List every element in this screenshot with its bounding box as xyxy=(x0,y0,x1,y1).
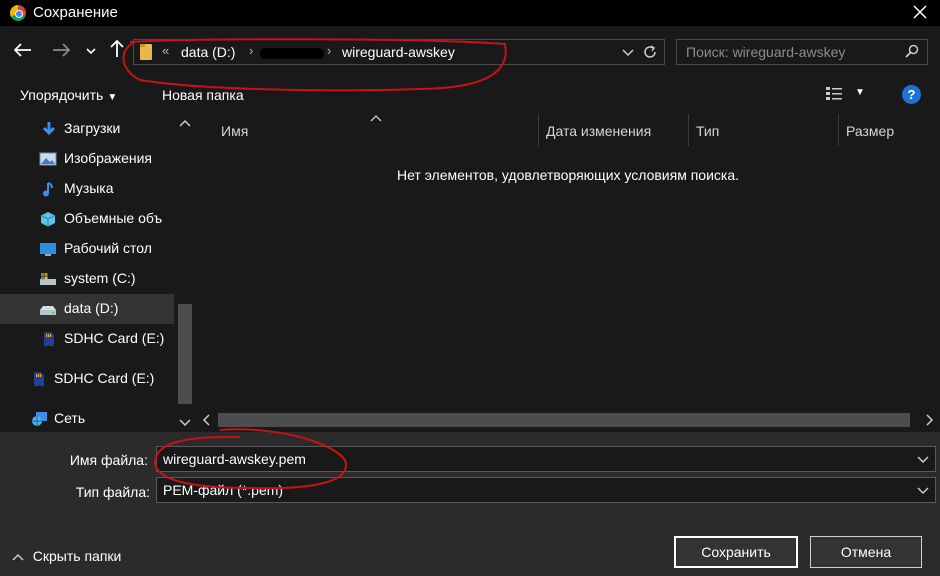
sidebar-item-label: Загрузки xyxy=(64,120,120,136)
sidebar-item-label: Сеть xyxy=(54,410,85,426)
refresh-icon xyxy=(642,44,658,60)
refresh-button[interactable] xyxy=(642,42,658,65)
arrow-up-icon xyxy=(110,40,124,58)
download-arrow-icon xyxy=(40,121,58,137)
arrow-left-icon xyxy=(14,43,32,57)
sidebar-item-system-drive[interactable]: system (C:) xyxy=(0,264,174,294)
search-icon[interactable] xyxy=(905,44,919,58)
hide-folders-button[interactable]: Скрыть папки xyxy=(12,548,121,564)
scroll-up-icon[interactable] xyxy=(174,116,196,130)
chrome-app-icon xyxy=(10,5,26,21)
sd-card-icon xyxy=(30,371,48,387)
chevron-down-icon xyxy=(86,47,96,55)
title-bar: Сохранение xyxy=(0,0,940,26)
save-options-panel: Имя файла: wireguard-awskey.pem Тип файл… xyxy=(0,432,940,576)
column-header-size[interactable]: Размер xyxy=(838,114,938,146)
folder-icon xyxy=(140,44,152,60)
filetype-label: Тип файла: xyxy=(20,484,150,500)
pictures-icon xyxy=(39,151,57,167)
close-icon xyxy=(913,5,927,19)
cancel-button[interactable]: Отмена xyxy=(810,536,922,568)
sidebar-item-sd-card-root[interactable]: SDHC Card (E:) xyxy=(0,364,174,394)
search-box[interactable]: Поиск: wireguard-awskey xyxy=(676,39,928,65)
sidebar-item-desktop[interactable]: Рабочий стол xyxy=(0,234,174,264)
sidebar-item-label: SDHC Card (E:) xyxy=(64,330,164,346)
filetype-dropdown-button[interactable] xyxy=(917,481,929,498)
address-bar[interactable]: « data (D:) › › wireguard-awskey xyxy=(133,39,665,65)
sidebar-item-label: system (C:) xyxy=(64,270,136,286)
arrow-right-icon xyxy=(52,43,70,57)
sidebar-item-label: Рабочий стол xyxy=(64,240,152,256)
recent-locations-button[interactable] xyxy=(84,40,98,62)
filename-input[interactable]: wireguard-awskey.pem xyxy=(156,446,936,472)
back-button[interactable] xyxy=(12,40,34,62)
filetype-value[interactable]: PEM-файл (*.pem) xyxy=(163,482,283,498)
window-title: Сохранение xyxy=(33,4,118,21)
address-dropdown-button[interactable] xyxy=(622,43,634,60)
overflow-chevron[interactable]: « xyxy=(162,43,169,58)
caret-up-icon xyxy=(12,553,27,564)
sidebar-item-label: data (D:) xyxy=(64,300,118,316)
sidebar-item-label: Объемные объ xyxy=(64,210,162,226)
network-icon xyxy=(30,411,48,427)
new-folder-button[interactable]: Новая папка xyxy=(162,87,244,103)
caret-down-icon: ▼ xyxy=(107,92,117,103)
help-icon[interactable]: ? xyxy=(902,85,921,104)
filename-value[interactable]: wireguard-awskey.pem xyxy=(163,451,306,467)
breadcrumb-drive[interactable]: data (D:) xyxy=(181,44,235,60)
hard-drive-icon xyxy=(39,301,57,317)
organize-label: Упорядочить xyxy=(20,87,103,103)
toolbar: Упорядочить ▼ Новая папка ▼ ? xyxy=(0,78,940,114)
redacted-breadcrumb xyxy=(260,48,324,59)
horizontal-scrollbar[interactable] xyxy=(196,410,940,430)
sidebar-item-sd-card[interactable]: SDHC Card (E:) xyxy=(0,324,174,354)
column-header-name[interactable]: Имя xyxy=(213,114,539,146)
navigation-pane: Загрузки Изображения Музыка Объемные объ… xyxy=(0,114,196,432)
filename-label: Имя файла: xyxy=(18,452,148,468)
chevron-down-icon xyxy=(917,456,929,464)
column-header-type[interactable]: Тип xyxy=(688,114,838,146)
sidebar-item-label: Изображения xyxy=(64,150,152,166)
breadcrumb-separator-icon[interactable]: › xyxy=(249,43,253,58)
sidebar-scroll-thumb[interactable] xyxy=(178,304,192,404)
breadcrumb-folder[interactable]: wireguard-awskey xyxy=(342,44,455,60)
sd-card-icon xyxy=(40,331,58,347)
view-options-icon[interactable] xyxy=(825,86,843,102)
search-placeholder[interactable]: Поиск: wireguard-awskey xyxy=(686,44,845,60)
file-list[interactable]: Имя Дата изменения Тип Размер Нет элемен… xyxy=(196,114,940,432)
sidebar-item-downloads[interactable]: Загрузки xyxy=(0,114,174,144)
sidebar-item-network[interactable]: Сеть xyxy=(0,404,174,432)
system-drive-icon xyxy=(39,271,57,287)
filename-dropdown-button[interactable] xyxy=(917,450,929,467)
horizontal-scroll-thumb[interactable] xyxy=(218,413,910,427)
3d-objects-icon xyxy=(39,211,57,227)
close-button[interactable] xyxy=(910,2,930,22)
desktop-icon xyxy=(39,241,57,257)
music-note-icon xyxy=(40,181,58,197)
sidebar-item-data-drive[interactable]: data (D:) xyxy=(0,294,174,324)
scroll-down-icon[interactable] xyxy=(174,416,196,430)
sidebar-item-label: Музыка xyxy=(64,180,114,196)
column-header-modified[interactable]: Дата изменения xyxy=(538,114,688,146)
sidebar-item-3d-objects[interactable]: Объемные объ xyxy=(0,204,174,234)
save-button[interactable]: Сохранить xyxy=(674,536,798,568)
view-caret-down-icon[interactable]: ▼ xyxy=(855,87,865,98)
up-button[interactable] xyxy=(106,40,128,63)
filetype-select[interactable]: PEM-файл (*.pem) xyxy=(156,477,936,503)
navigation-bar: « data (D:) › › wireguard-awskey Поиск: … xyxy=(0,26,940,78)
empty-results-message: Нет элементов, удовлетворяющих условиям … xyxy=(196,167,940,183)
sidebar-scrollbar[interactable] xyxy=(174,114,196,432)
breadcrumb-separator-icon[interactable]: › xyxy=(327,43,331,58)
scroll-left-icon[interactable] xyxy=(202,412,210,429)
forward-button[interactable] xyxy=(50,40,72,62)
scroll-right-icon[interactable] xyxy=(926,412,934,429)
organize-menu-button[interactable]: Упорядочить ▼ xyxy=(20,87,117,103)
chevron-down-icon xyxy=(622,49,634,57)
hide-folders-label: Скрыть папки xyxy=(33,548,122,564)
sidebar-item-pictures[interactable]: Изображения xyxy=(0,144,174,174)
sidebar-item-music[interactable]: Музыка xyxy=(0,174,174,204)
chevron-down-icon xyxy=(917,487,929,495)
sidebar-item-label: SDHC Card (E:) xyxy=(54,370,154,386)
